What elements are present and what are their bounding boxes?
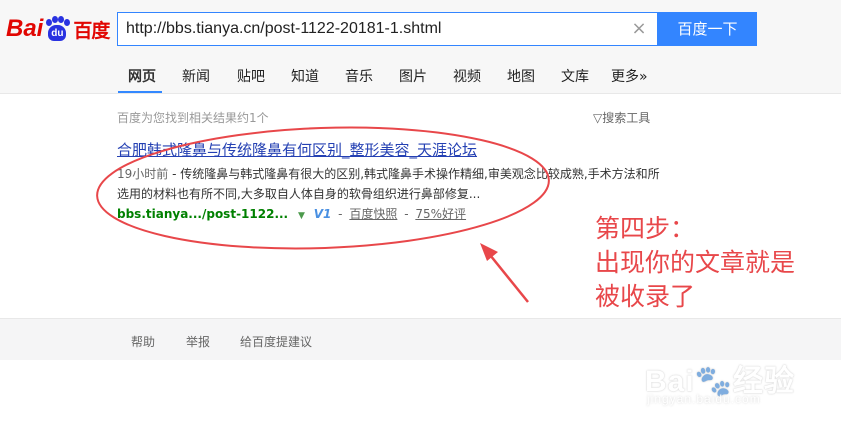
annotation-text: 第四步： 出现你的文章就是 被收录了 <box>595 212 795 314</box>
meta-separator: - <box>338 207 343 221</box>
tab-web[interactable]: 网页 <box>128 66 156 86</box>
watermark-sub: jingyan.baidu.com <box>647 392 761 406</box>
tab-zhidao[interactable]: 知道 <box>291 66 319 86</box>
v1-badge[interactable]: V1 <box>314 207 332 221</box>
search-tabs: 网页 新闻 贴吧 知道 音乐 图片 视频 地图 文库 更多» <box>0 57 841 94</box>
tab-more[interactable]: 更多» <box>611 66 648 86</box>
tab-map[interactable]: 地图 <box>507 66 535 86</box>
tab-music[interactable]: 音乐 <box>345 66 373 86</box>
result-abstract-text: - 传统隆鼻与韩式隆鼻有很大的区别,韩式隆鼻手术操作精细,审美观念比较成熟,手术… <box>117 167 660 201</box>
baidu-jingyan-watermark: Bai🐾经验 jingyan.baidu.com <box>645 338 805 408</box>
header: Bai du 百度 × 百度一下 <box>0 0 841 57</box>
paw-icon: du <box>44 16 71 42</box>
tab-news[interactable]: 新闻 <box>182 66 210 86</box>
clear-icon[interactable]: × <box>631 20 647 38</box>
annotation-line-2: 出现你的文章就是 <box>595 248 796 277</box>
annotation-line-1: 第四步： <box>595 214 696 243</box>
footer-report-link[interactable]: 举报 <box>186 333 210 350</box>
active-tab-indicator <box>118 91 162 93</box>
logo-text-cn: 百度 <box>73 19 110 42</box>
result-stats: 百度为您找到相关结果约1个 <box>117 111 269 125</box>
search-input[interactable] <box>118 13 618 45</box>
search-result: 合肥韩式隆鼻与传统隆鼻有何区别_整形美容_天涯论坛 19小时前 - 传统隆鼻与韩… <box>117 140 662 225</box>
search-tools-button[interactable]: ▽搜索工具 <box>593 109 650 126</box>
result-date: 19小时前 <box>117 167 169 181</box>
arrow-icon <box>480 243 529 303</box>
footer-feedback-link[interactable]: 给百度提建议 <box>240 333 312 350</box>
caret-down-icon[interactable]: ▼ <box>298 211 305 221</box>
result-abstract: 19小时前 - 传统隆鼻与韩式隆鼻有很大的区别,韩式隆鼻手术操作精细,审美观念比… <box>117 164 662 204</box>
logo-text-du: du <box>48 25 67 41</box>
tab-tieba[interactable]: 贴吧 <box>237 66 265 86</box>
tab-images[interactable]: 图片 <box>399 66 427 86</box>
footer-help-link[interactable]: 帮助 <box>131 333 155 350</box>
search-button[interactable]: 百度一下 <box>658 12 757 46</box>
cache-link[interactable]: 百度快照 <box>349 207 397 221</box>
tab-video[interactable]: 视频 <box>453 66 481 86</box>
tab-wenku[interactable]: 文库 <box>561 66 589 86</box>
result-meta: bbs.tianya.../post-1122... ▼ V1 - 百度快照 -… <box>117 205 662 225</box>
logo-text-bai: Bai <box>6 15 44 42</box>
result-url[interactable]: bbs.tianya.../post-1122... <box>117 207 288 221</box>
result-title-link[interactable]: 合肥韩式隆鼻与传统隆鼻有何区别_整形美容_天涯论坛 <box>117 140 662 160</box>
baidu-logo[interactable]: Bai du 百度 <box>6 12 110 46</box>
rating-link[interactable]: 75%好评 <box>415 207 466 221</box>
meta-separator: - <box>404 207 409 221</box>
search-box: × <box>117 12 658 46</box>
annotation-line-3: 被收录了 <box>595 282 696 311</box>
